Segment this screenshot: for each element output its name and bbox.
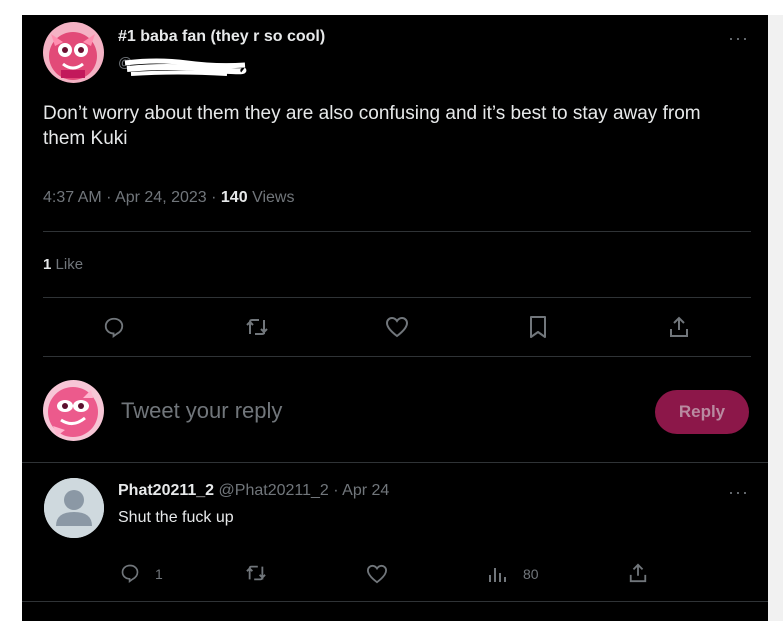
reply-icon[interactable] bbox=[103, 316, 125, 338]
reply-author-name[interactable]: Phat20211_2 bbox=[118, 482, 214, 499]
views-icon[interactable] bbox=[487, 564, 507, 584]
divider bbox=[43, 297, 751, 298]
reply-header: Phat20211_2 @Phat20211_2 · Apr 24 bbox=[118, 482, 390, 499]
tweet-date[interactable]: Apr 24, 2023 bbox=[115, 189, 207, 206]
divider bbox=[22, 601, 768, 602]
divider bbox=[43, 231, 751, 232]
current-user-avatar[interactable] bbox=[43, 380, 104, 441]
reply-more-options-button[interactable]: ··· bbox=[728, 483, 749, 501]
reply-button-label: Reply bbox=[678, 402, 726, 421]
tweet-time[interactable]: 4:37 AM bbox=[43, 189, 102, 206]
tweet-meta: 4:37 AM · Apr 24, 2023 · 140 Views bbox=[43, 189, 295, 206]
retweet-icon[interactable] bbox=[245, 316, 269, 338]
more-options-button[interactable]: ··· bbox=[728, 29, 749, 47]
likes-summary[interactable]: 1 Like bbox=[43, 256, 83, 273]
retweet-icon[interactable] bbox=[245, 563, 267, 583]
likes-label: Like bbox=[55, 256, 84, 273]
divider bbox=[43, 356, 751, 357]
reply-icon[interactable] bbox=[120, 563, 140, 583]
share-icon[interactable] bbox=[668, 315, 690, 339]
views-count: 80 bbox=[523, 566, 539, 582]
author-display-name[interactable]: #1 baba fan (they r so cool) bbox=[118, 28, 325, 46]
like-icon[interactable] bbox=[366, 564, 388, 584]
divider bbox=[22, 462, 768, 463]
author-avatar[interactable] bbox=[43, 22, 104, 83]
bookmark-icon[interactable] bbox=[528, 315, 548, 339]
reply-count: 1 bbox=[155, 566, 163, 582]
share-icon[interactable] bbox=[628, 562, 648, 584]
reply-author-handle[interactable]: @Phat20211_2 bbox=[219, 482, 329, 499]
redaction-scribble bbox=[124, 58, 247, 76]
views-count: 140 bbox=[220, 189, 248, 206]
reply-author-avatar[interactable] bbox=[44, 478, 104, 538]
like-icon[interactable] bbox=[385, 316, 409, 338]
likes-count: 1 bbox=[43, 256, 52, 273]
views-label: Views bbox=[252, 189, 295, 206]
reply-date[interactable]: Apr 24 bbox=[342, 482, 389, 499]
reply-input[interactable]: Tweet your reply bbox=[121, 398, 621, 424]
reply-button[interactable]: Reply bbox=[655, 390, 749, 434]
reply-text: Shut the fuck up bbox=[118, 509, 234, 526]
tweet-text: Don’t worry about them they are also con… bbox=[43, 103, 701, 149]
scrollbar-track[interactable] bbox=[768, 15, 783, 621]
